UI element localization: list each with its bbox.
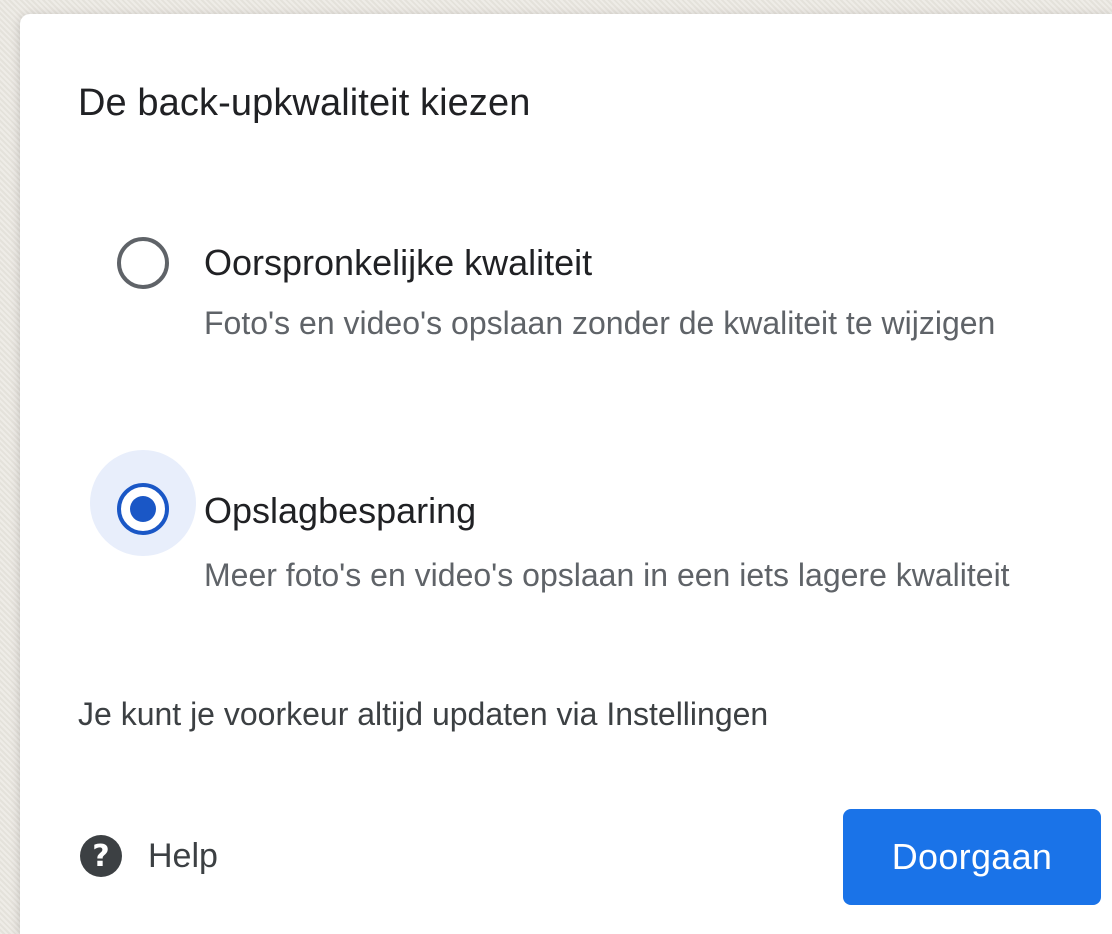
radio-storage-saver-wrapper[interactable]: [90, 450, 196, 556]
option-storage-saver[interactable]: Opslagbesparing Meer foto's en video's o…: [90, 450, 1070, 600]
option-description: Foto's en video's opslaan zonder de kwal…: [204, 305, 996, 341]
help-circle-icon[interactable]: ?: [80, 835, 122, 877]
radio-original-quality-wrapper[interactable]: [90, 204, 196, 310]
option-original-quality[interactable]: Oorspronkelijke kwaliteit Foto's en vide…: [90, 210, 1070, 360]
option-label: Opslagbesparing: [204, 490, 477, 531]
option-label: Oorspronkelijke kwaliteit: [204, 242, 593, 283]
option-description: Meer foto's en video's opslaan in een ie…: [204, 557, 1010, 593]
help-link[interactable]: ? Help: [80, 834, 218, 878]
help-label[interactable]: Help: [148, 837, 218, 876]
settings-footnote: Je kunt je voorkeur altijd updaten via I…: [78, 696, 769, 732]
continue-button[interactable]: Doorgaan: [843, 809, 1101, 905]
backup-quality-dialog: De back-upkwaliteit kiezen Oorspronkelij…: [20, 14, 1112, 934]
dialog-title: De back-upkwaliteit kiezen: [78, 82, 531, 124]
radio-original-quality[interactable]: [117, 237, 169, 289]
radio-storage-saver[interactable]: [117, 483, 169, 535]
